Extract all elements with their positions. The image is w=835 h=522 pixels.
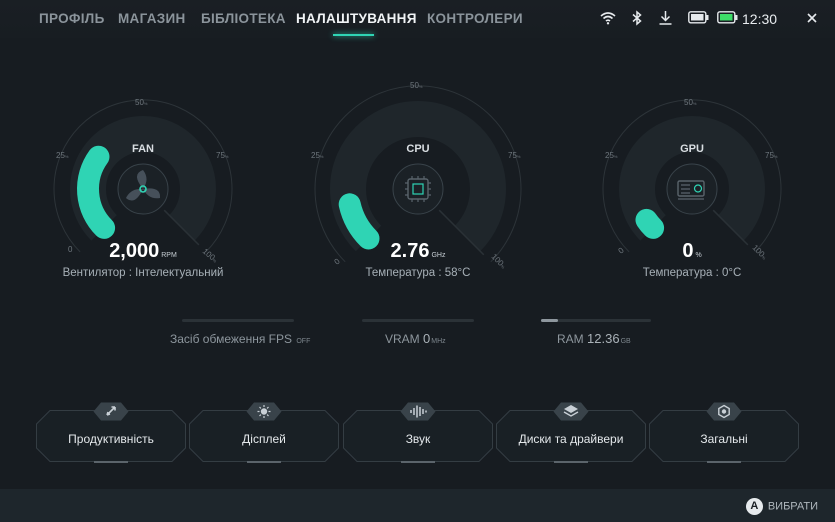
cpu-gauge: 0 25% 50% 75% 100% CPU 2.76 GHz Температу… [311, 81, 523, 282]
close-icon[interactable] [803, 9, 821, 27]
download-icon[interactable] [658, 10, 673, 26]
active-tab-indicator [333, 34, 374, 36]
clock: 12:30 [742, 11, 778, 27]
tab-library[interactable]: БІБЛІОТЕКА [201, 11, 286, 26]
category-label: Продуктивність [68, 432, 154, 446]
category-label: Звук [405, 432, 431, 446]
fan-icon [117, 163, 169, 215]
gauge-subtitle: Температура : 58°C [365, 267, 471, 279]
gauge-title: CPU [406, 143, 430, 155]
category-general-button[interactable]: Загальні [649, 402, 799, 463]
tick-50: 50% [410, 81, 423, 90]
fps-limiter-label[interactable]: Засіб обмеження FPS OFF [170, 331, 310, 346]
gauge-value: 2,000 RPM [109, 240, 177, 262]
wifi-icon[interactable] [600, 10, 616, 26]
category-label: Диски та драйвери [518, 432, 624, 446]
layers-icon [553, 402, 589, 421]
settings-icon [706, 402, 742, 421]
gauge-subtitle: Вентилятор : Інтелектуальний [62, 267, 224, 279]
ram-label: RAM 12.36GB [557, 331, 631, 346]
battery-icon [717, 11, 738, 24]
fan-gauge: 0 25% 50% 75% 100% FAN 2,000 RPM Вентилят… [53, 82, 233, 282]
tab-controllers[interactable]: КОНТРОЛЕРИ [427, 11, 523, 26]
tab-store[interactable]: МАГАЗИН [118, 11, 186, 26]
tab-settings[interactable]: НАЛАШТУВАННЯ [296, 11, 417, 26]
gpu-gauge: 0 25% 50% 75% 100% GPU 0% Температура : … [602, 82, 782, 282]
bottom-bar: A ВИБРАТИ [0, 489, 835, 522]
category-bar [94, 461, 128, 463]
category-label: Загальні [700, 432, 748, 446]
fps-limiter-meter [182, 319, 294, 322]
gauge-fill-arc [635, 208, 665, 239]
category-bar [707, 461, 741, 463]
tick-50: 50% [135, 98, 148, 107]
tab-profile[interactable]: ПРОФІЛЬ [39, 11, 105, 26]
category-bar [554, 461, 588, 463]
gauge-title: FAN [132, 143, 154, 155]
controller-battery-icon [688, 11, 709, 24]
select-label: ВИБРАТИ [767, 500, 818, 513]
top-bar: ПРОФІЛЬ МАГАЗИН БІБЛІОТЕКА НАЛАШТУВАННЯ … [0, 0, 835, 38]
category-bar [401, 461, 435, 463]
bluetooth-icon[interactable] [631, 10, 643, 26]
gauge-value: 2.76 GHz [390, 240, 446, 262]
category-sound-button[interactable]: Звук [343, 402, 493, 463]
category-display-button[interactable]: Дісплей [189, 402, 339, 463]
rocket-icon [93, 402, 129, 421]
cpu-icon [392, 163, 444, 215]
brightness-icon [246, 402, 282, 421]
ram-meter [541, 319, 651, 322]
gauge-subtitle: Температура : 0°C [642, 267, 742, 279]
category-bar [247, 461, 281, 463]
category-storage-drivers-button[interactable]: Диски та драйвери [496, 402, 646, 463]
gpu-icon [666, 163, 718, 215]
gauge-value: 0% [682, 240, 702, 262]
category-performance-button[interactable]: Продуктивність [36, 402, 186, 463]
category-label: Дісплей [242, 432, 286, 446]
vram-meter [362, 319, 474, 322]
select-hint[interactable]: A ВИБРАТИ [745, 498, 818, 515]
tick-50: 50% [684, 98, 697, 107]
a-button-icon: A [745, 498, 763, 515]
vram-label: VRAM 0MHz [385, 331, 446, 346]
meter-fill [541, 319, 558, 322]
gauge-title: GPU [680, 143, 704, 155]
sound-wave-icon [400, 402, 436, 421]
